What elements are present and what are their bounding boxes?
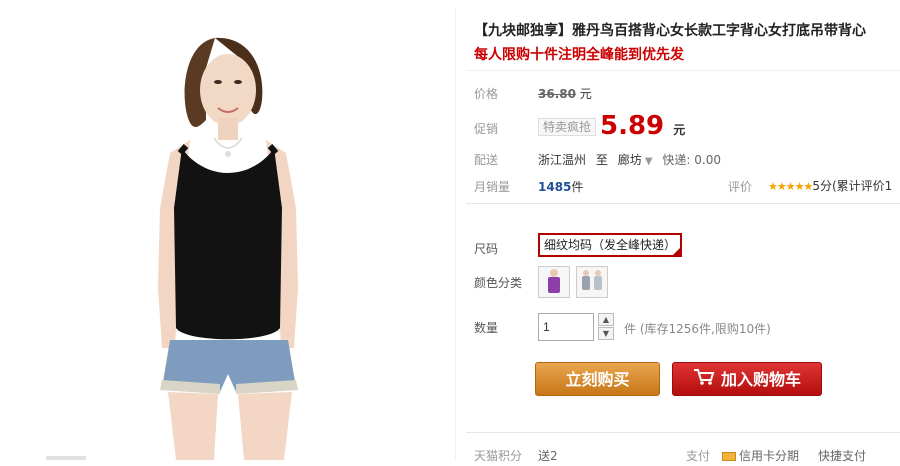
cart-icon: [693, 364, 715, 398]
size-label: 尺码: [474, 242, 499, 256]
rating-label: 评价: [728, 180, 753, 194]
buy-now-button[interactable]: 立刻购买: [535, 362, 660, 396]
quantity-increase-button[interactable]: ▲: [598, 313, 614, 326]
shipping-label: 配送: [474, 153, 499, 167]
promo-text: 每人限购十件注明全峰能到优先发: [474, 47, 684, 63]
quantity-decrease-button[interactable]: ▼: [598, 327, 614, 340]
product-image[interactable]: [10, 8, 456, 460]
quantity-input[interactable]: [538, 313, 594, 341]
quantity-label: 数量: [474, 321, 499, 335]
price-label: 价格: [474, 87, 499, 101]
product-title: 【九块邮独享】雅丹鸟百搭背心女长款工字背心女打底吊带背心: [474, 23, 866, 39]
color-label: 颜色分类: [474, 276, 523, 290]
payment-label: 支付: [686, 449, 711, 463]
service-footer: 天猫积分 送2 支付 信用卡分期 快捷支付: [466, 432, 900, 466]
credit-card-icon: [722, 452, 736, 461]
add-to-cart-button[interactable]: 加入购物车: [672, 362, 822, 396]
size-option-selected[interactable]: 细纹均码（发全峰快递）: [538, 233, 682, 257]
points-value: 送2: [538, 449, 558, 463]
monthly-sales: 1485件: [538, 180, 584, 194]
price-box: 价格 36.80 元 促销 特卖疯抢 5.89 元 配送 浙江温州 至 廊坊 ▼…: [466, 70, 900, 204]
sale-tag: 特卖疯抢: [538, 118, 597, 136]
destination-dropdown[interactable]: 廊坊 ▼: [618, 153, 657, 167]
express-pay[interactable]: 快捷支付: [818, 447, 866, 464]
shipping-info: 浙江温州 至 廊坊 ▼ 快递: 0.00: [538, 153, 721, 167]
sale-label: 促销: [474, 122, 499, 136]
color-option-purple[interactable]: [538, 266, 570, 298]
color-option-gray[interactable]: [576, 266, 608, 298]
original-price: 36.80 元: [538, 87, 592, 101]
product-detail-panel: 【九块邮独享】雅丹鸟百搭背心女长款工字背心女打底吊带背心 每人限购十件注明全峰能…: [466, 0, 900, 466]
thumbnail-strip: [46, 456, 86, 460]
stock-info: 件 (库存1256件,限购10件): [624, 322, 771, 336]
monthly-sales-label: 月销量: [474, 180, 511, 194]
chevron-down-icon: ▼: [641, 156, 653, 167]
credit-installment[interactable]: 信用卡分期: [722, 447, 799, 464]
points-label: 天猫积分: [474, 449, 523, 463]
rating[interactable]: ★★★★★5分(累计评价1: [768, 177, 892, 194]
sale-price: 5.89 元: [600, 111, 686, 141]
selected-check-icon: [672, 247, 680, 255]
star-rating-icon: ★★★★★: [768, 180, 813, 193]
